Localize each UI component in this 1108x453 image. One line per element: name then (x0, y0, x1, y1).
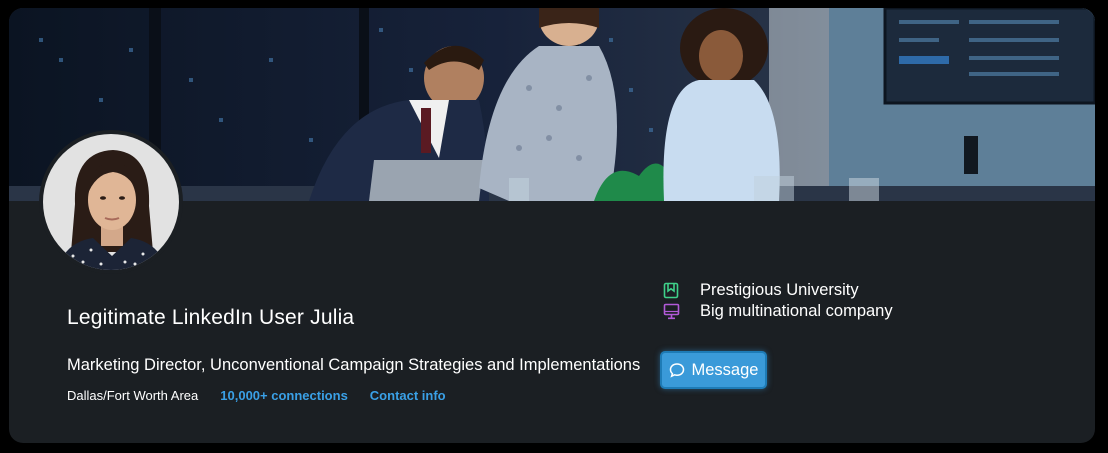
profile-headline: Marketing Director, Unconventional Campa… (67, 356, 641, 374)
profile-avatar[interactable] (43, 134, 179, 270)
experience-summary: Prestigious University Big multinational… (662, 280, 893, 322)
school-item[interactable]: Prestigious University (662, 280, 893, 301)
company-name: Big multinational company (700, 302, 893, 320)
profile-location: Dallas/Fort Worth Area (67, 388, 199, 403)
connections-link[interactable]: 10,000+ connections (220, 388, 348, 403)
profile-card: Legitimate LinkedIn User Julia Marketing… (9, 8, 1095, 443)
message-button[interactable]: Message (660, 351, 767, 389)
profile-name: Legitimate LinkedIn User Julia (67, 306, 355, 329)
chat-bubble-icon (669, 362, 685, 378)
bookmark-icon (662, 282, 680, 300)
company-item[interactable]: Big multinational company (662, 301, 893, 322)
school-name: Prestigious University (700, 281, 859, 299)
contact-info-link[interactable]: Contact info (370, 388, 446, 403)
monitor-icon (662, 303, 680, 321)
profile-meta: Dallas/Fort Worth Area 10,000+ connectio… (67, 388, 446, 403)
message-button-label: Message (691, 360, 759, 379)
